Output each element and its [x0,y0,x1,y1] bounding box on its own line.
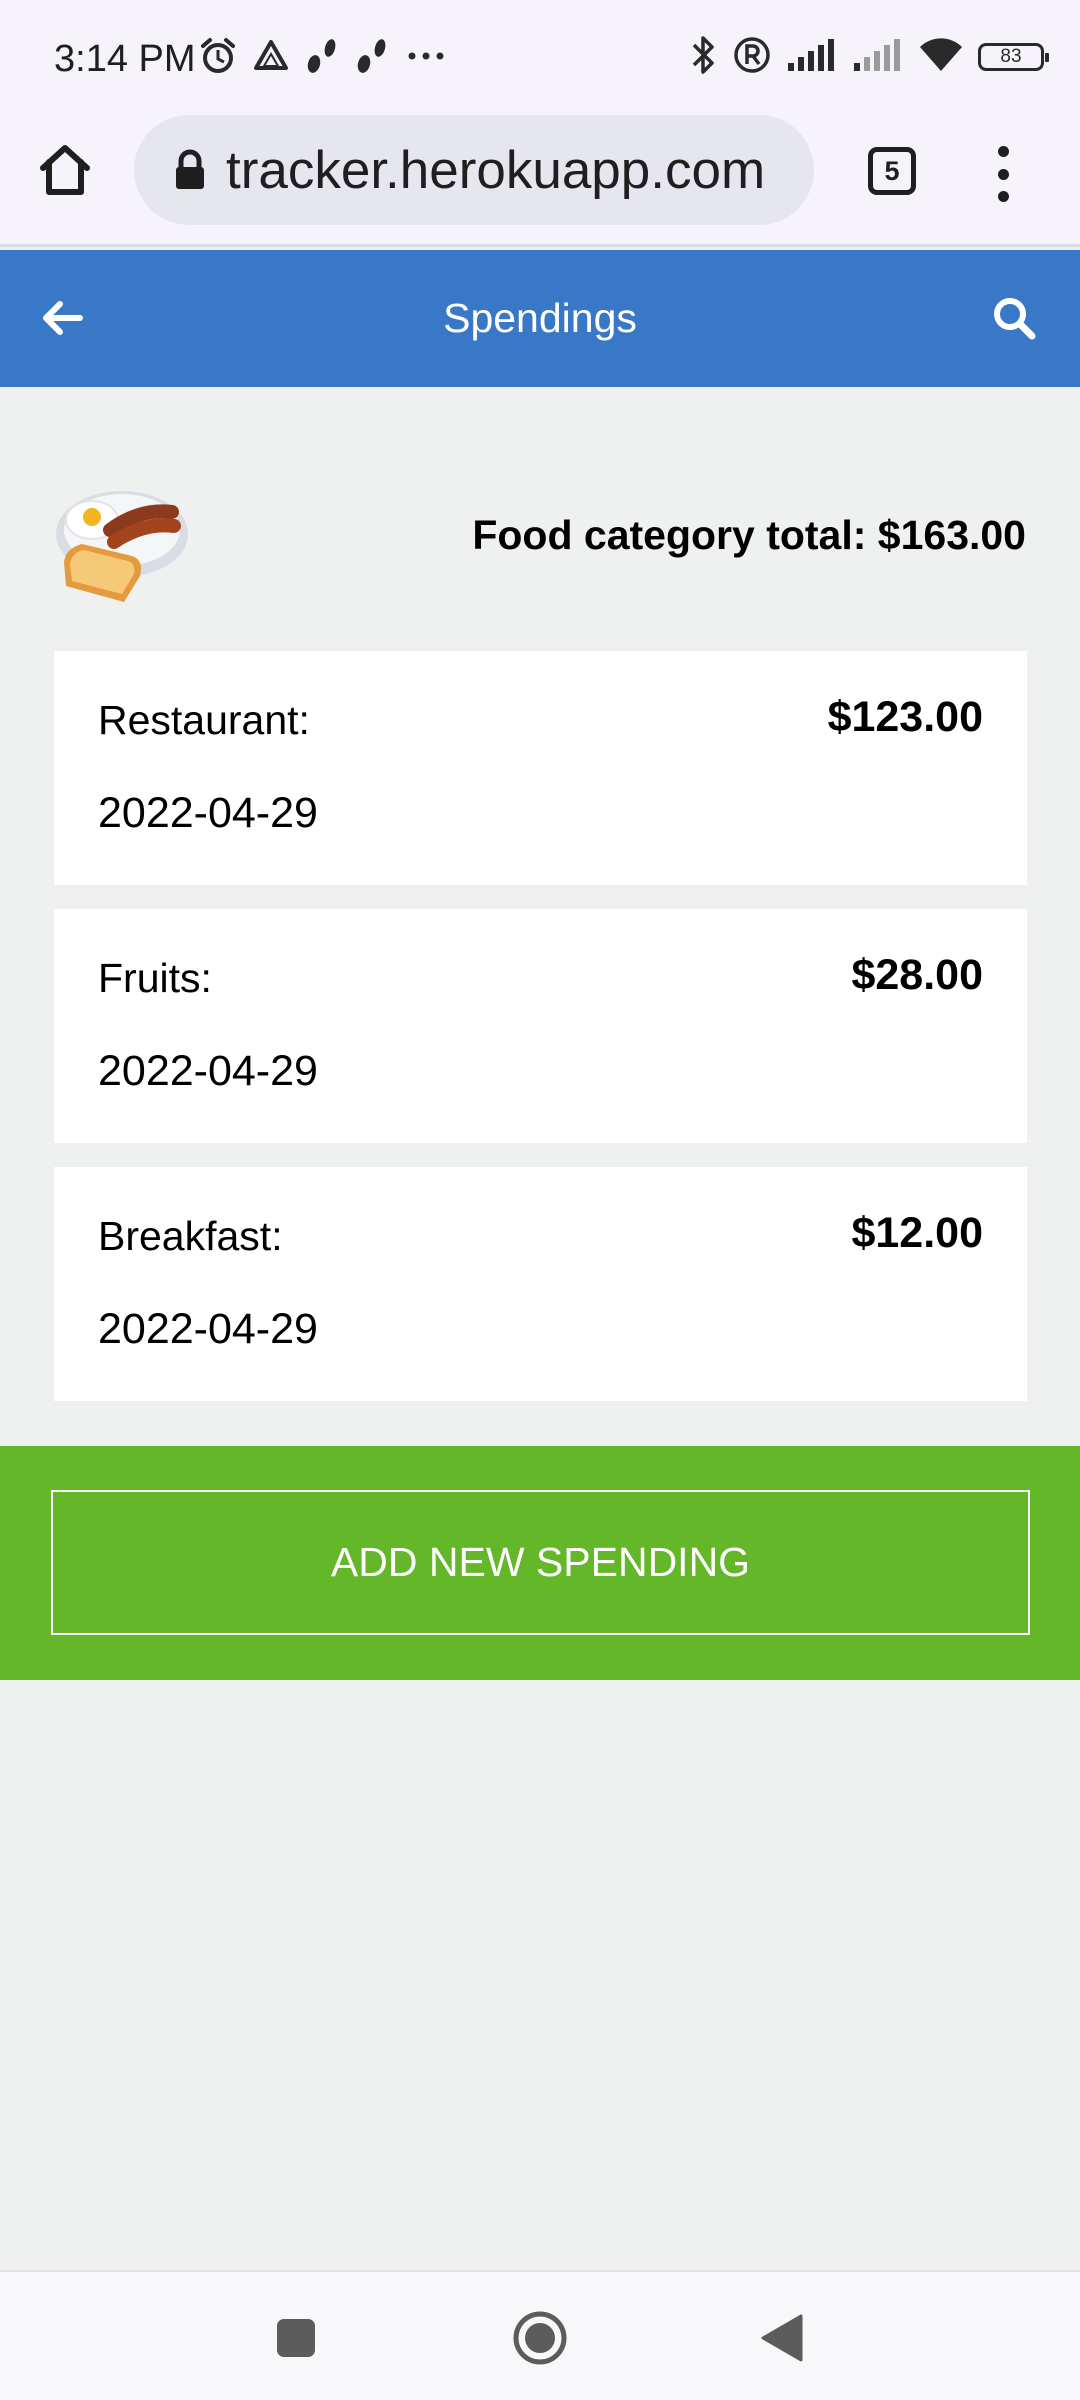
spending-item[interactable]: Breakfast: $12.00 2022-04-29 [54,1167,1027,1401]
browser-toolbar: tracker.herokuapp.com 5 [0,110,1080,247]
url-text: tracker.herokuapp.com [226,140,766,200]
recents-button[interactable] [266,2308,326,2368]
footprints-icon [304,36,340,81]
menu-dot [997,146,1009,157]
spending-date: 2022-04-29 [98,1047,318,1095]
alarm-icon [198,36,238,81]
tab-count: 5 [884,155,900,186]
registered-icon [732,35,772,80]
wifi-icon [918,37,964,78]
browser-menu-button[interactable] [978,146,1028,202]
home-icon [40,145,90,195]
battery-icon: 83 [978,43,1049,71]
add-spending-panel: ADD NEW SPENDING [0,1446,1080,1680]
spending-name: Restaurant: [98,697,310,743]
square-icon [277,2319,315,2357]
battery-level: 83 [1000,46,1022,67]
spending-name: Fruits: [98,955,212,1001]
more-dots-icon [404,46,448,71]
status-right-icons: 83 [690,34,1049,81]
spending-name: Breakfast: [98,1213,283,1259]
spending-amount: $123.00 [827,693,983,741]
search-icon [994,298,1036,340]
menu-dot [997,168,1009,180]
spending-date: 2022-04-29 [98,789,318,837]
spending-item[interactable]: Restaurant: $123.00 2022-04-29 [54,651,1027,885]
address-bar[interactable]: tracker.herokuapp.com [134,115,814,225]
search-button[interactable] [982,286,1046,350]
footprints-icon [354,36,390,81]
spending-list: Restaurant: $123.00 2022-04-29 Fruits: $… [54,651,1027,1425]
status-bar: 3:14 PM 83 [0,0,1080,110]
system-nav-bar [0,2270,1080,2400]
status-time: 3:14 PM [54,38,196,80]
bluetooth-icon [690,34,718,81]
status-left-icons [198,36,448,80]
back-nav-button[interactable] [752,2308,812,2368]
circle-icon [513,2311,567,2365]
spending-amount: $12.00 [851,1209,983,1257]
spending-date: 2022-04-29 [98,1305,318,1353]
spending-amount: $28.00 [851,951,983,999]
app-header: Spendings [0,250,1080,387]
lock-icon [170,147,210,193]
page-title: Spendings [443,295,637,341]
drive-icon [252,38,290,79]
home-nav-button[interactable] [510,2308,570,2368]
add-new-spending-button[interactable]: ADD NEW SPENDING [51,1490,1030,1635]
breakfast-plate-image [54,484,190,604]
menu-dot [997,191,1009,202]
category-total: Food category total: $163.00 [472,512,1026,558]
triangle-back-icon [761,2314,803,2362]
signal-icon [786,37,838,78]
home-button[interactable] [30,134,100,206]
tabs-button[interactable]: 5 [868,147,916,195]
spending-item[interactable]: Fruits: $28.00 2022-04-29 [54,909,1027,1143]
signal-weak-icon [852,37,904,78]
